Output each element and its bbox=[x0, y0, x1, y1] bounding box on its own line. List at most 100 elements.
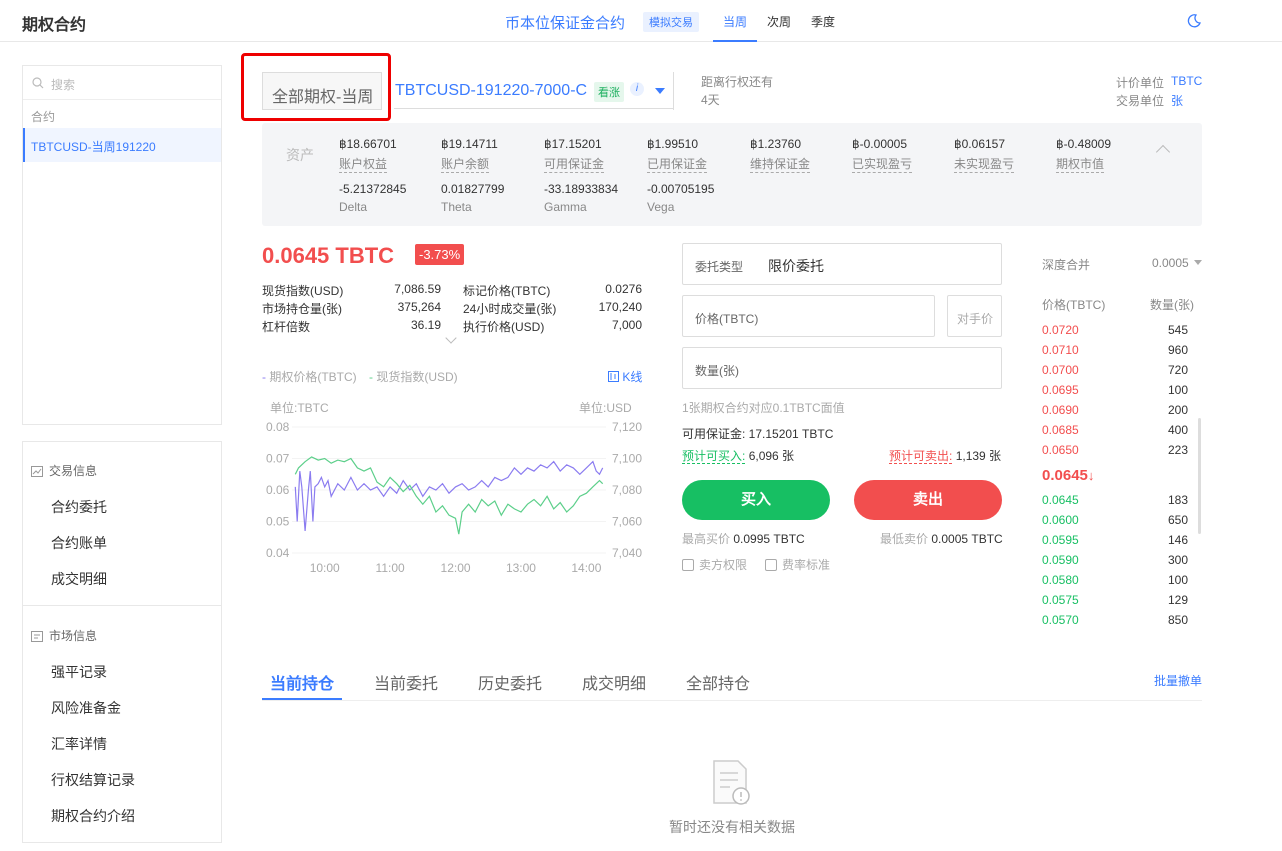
sim-trading-badge: 模拟交易 bbox=[643, 12, 699, 32]
ob-col-price: 价格(TBTC) bbox=[1042, 298, 1106, 312]
counter-price-button[interactable]: 对手价 bbox=[947, 295, 1002, 337]
legend-option-price: - 期权价格(TBTC) bbox=[262, 370, 357, 384]
expand-chevron-icon[interactable] bbox=[445, 332, 457, 344]
ask-row[interactable]: 0.0700 720 bbox=[1042, 360, 1188, 380]
x-tick-label: 13:00 bbox=[506, 561, 536, 575]
ask-row[interactable]: 0.0720 545 bbox=[1042, 320, 1188, 340]
kline-link[interactable]: K线 bbox=[608, 368, 642, 385]
tab-all-positions[interactable]: 全部持仓 bbox=[686, 670, 750, 694]
stat-value: 7,086.59 bbox=[394, 282, 441, 296]
seller-rights-link[interactable]: 卖方权限 bbox=[682, 556, 747, 573]
bid-price: 0.0580 bbox=[1042, 573, 1079, 587]
ask-price: 0.0650 bbox=[1042, 443, 1079, 457]
ask-price: 0.0685 bbox=[1042, 423, 1079, 437]
search-input[interactable]: 搜索 bbox=[23, 66, 221, 100]
order-type-select[interactable]: 委托类型 限价委托 bbox=[682, 243, 1002, 285]
top-header: 期权合约 币本位保证金合约 模拟交易 当周 次周 季度 bbox=[0, 0, 1282, 42]
divider bbox=[673, 72, 674, 110]
tab-quarter[interactable]: 季度 bbox=[811, 13, 835, 30]
asset-account-equity: ฿18.66701 账户权益 bbox=[339, 137, 397, 173]
chart-unit-right: 单位:USD bbox=[579, 401, 632, 415]
x-tick-label: 12:00 bbox=[441, 561, 471, 575]
bid-qty: 650 bbox=[1167, 513, 1188, 527]
sidebar-item-contract-bills[interactable]: 合约账单 bbox=[51, 533, 107, 553]
ask-qty: 100 bbox=[1167, 383, 1188, 397]
bid-row[interactable]: 0.0570 850 bbox=[1042, 610, 1188, 630]
tab-current-orders[interactable]: 当前委托 bbox=[374, 670, 438, 694]
bid-qty: 129 bbox=[1167, 593, 1188, 607]
greek-vega: -0.00705195 Vega bbox=[647, 182, 715, 214]
bid-row[interactable]: 0.0575 129 bbox=[1042, 590, 1188, 610]
bid-price: 0.0575 bbox=[1042, 593, 1079, 607]
greek-gamma: -33.18933834 Gamma bbox=[544, 182, 619, 214]
highlight-box bbox=[241, 53, 391, 121]
sidebar-item-exchange-rate[interactable]: 汇率详情 bbox=[51, 734, 107, 754]
sidebar-item-liquidation-records[interactable]: 强平记录 bbox=[51, 662, 107, 682]
ask-row[interactable]: 0.0690 200 bbox=[1042, 400, 1188, 420]
quantity-input[interactable]: 数量(张) bbox=[682, 347, 1002, 389]
tab-history-orders[interactable]: 历史委托 bbox=[478, 670, 542, 694]
legend-spot-index: - 现货指数(USD) bbox=[369, 370, 458, 384]
tab-current-positions[interactable]: 当前持仓 bbox=[270, 670, 334, 694]
max-buy-value: 0.0995 TBTC bbox=[733, 532, 805, 546]
sidebar-item-risk-reserve[interactable]: 风险准备金 bbox=[51, 698, 121, 718]
stat-label: 标记价格(TBTC) bbox=[463, 284, 551, 298]
fee-standard-link[interactable]: 费率标准 bbox=[765, 556, 830, 573]
option-price-line bbox=[294, 460, 604, 532]
stat-value: 170,240 bbox=[598, 300, 642, 314]
price-chart: 0.08 0.07 0.06 0.05 0.04 7,120 7,100 7,080 7,060… bbox=[266, 420, 642, 575]
sidebar-item-label: TBTCUSD-当周191220 bbox=[31, 140, 156, 154]
tab-this-week[interactable]: 当周 bbox=[723, 13, 747, 30]
ask-row[interactable]: 0.0695 100 bbox=[1042, 380, 1188, 400]
sidebar-item-trade-details[interactable]: 成交明细 bbox=[51, 569, 107, 589]
asset-option-market-value: ฿-0.48009 期权市值 bbox=[1056, 137, 1112, 173]
available-margin: 可用保证金: 17.15201 TBTC bbox=[682, 427, 834, 441]
ask-row[interactable]: 0.0685 400 bbox=[1042, 420, 1188, 440]
contract-name-dropdown[interactable]: TBTCUSD-191220-7000-C bbox=[395, 82, 587, 100]
trade-unit-value[interactable]: 张 bbox=[1171, 92, 1183, 109]
assets-label: 资产 bbox=[286, 147, 314, 163]
tab-trade-details[interactable]: 成交明细 bbox=[582, 670, 646, 694]
sidebar-item-option-intro[interactable]: 期权合约介绍 bbox=[51, 806, 135, 826]
chevron-down-icon[interactable] bbox=[655, 88, 665, 94]
order-type-value: 限价委托 bbox=[768, 258, 824, 274]
chevron-down-icon[interactable] bbox=[1194, 260, 1202, 265]
ask-qty: 400 bbox=[1167, 423, 1188, 437]
sidebar-item-contract-orders[interactable]: 合约委托 bbox=[51, 497, 107, 517]
ask-price: 0.0690 bbox=[1042, 403, 1079, 417]
sidebar-divider bbox=[23, 605, 221, 606]
orderbook-scrollbar[interactable] bbox=[1198, 418, 1201, 534]
price-input[interactable]: 价格(TBTC) bbox=[682, 295, 935, 337]
sidebar-item-active-contract[interactable]: TBTCUSD-当周191220 bbox=[23, 128, 221, 162]
greek-delta: -5.21372845 Delta bbox=[339, 182, 407, 214]
bid-price: 0.0590 bbox=[1042, 553, 1079, 567]
bid-qty: 850 bbox=[1167, 613, 1188, 627]
y-left-tick-label: 0.08 bbox=[266, 420, 290, 434]
bid-row[interactable]: 0.0580 100 bbox=[1042, 570, 1188, 590]
moon-icon[interactable] bbox=[1186, 13, 1202, 29]
ob-col-qty: 数量(张) bbox=[1150, 298, 1194, 312]
est-sell-value: 1,139 张 bbox=[955, 449, 1002, 463]
info-icon[interactable]: i bbox=[630, 82, 644, 96]
tab-next-week[interactable]: 次周 bbox=[767, 13, 791, 30]
x-tick-label: 14:00 bbox=[571, 561, 601, 575]
buy-button[interactable]: 买入 bbox=[682, 480, 830, 520]
bid-row[interactable]: 0.0600 650 bbox=[1042, 510, 1188, 530]
batch-cancel-link[interactable]: 批量撤单 bbox=[1154, 672, 1202, 689]
price-unit-value[interactable]: TBTC bbox=[1171, 74, 1202, 88]
contract-category-title[interactable]: 币本位保证金合约 bbox=[505, 12, 625, 33]
sidebar-item-exercise-records[interactable]: 行权结算记录 bbox=[51, 770, 135, 790]
ask-row[interactable]: 0.0650 223 bbox=[1042, 440, 1188, 460]
stat-label: 市场持仓量(张) bbox=[262, 302, 342, 316]
bid-price: 0.0570 bbox=[1042, 613, 1079, 627]
ask-row[interactable]: 0.0710 960 bbox=[1042, 340, 1188, 360]
bid-row[interactable]: 0.0645 183 bbox=[1042, 490, 1188, 510]
collapse-chevron-icon[interactable] bbox=[1155, 144, 1171, 160]
depth-merge-select[interactable]: 0.0005 bbox=[1152, 256, 1189, 270]
bid-row[interactable]: 0.0590 300 bbox=[1042, 550, 1188, 570]
asset-maintenance-margin: ฿1.23760 维持保证金 bbox=[750, 137, 811, 173]
sell-button[interactable]: 卖出 bbox=[854, 480, 1002, 520]
est-buy: 预计可买入: 6,096 张 bbox=[682, 447, 794, 464]
bid-row[interactable]: 0.0595 146 bbox=[1042, 530, 1188, 550]
stat-value: 0.0276 bbox=[605, 282, 642, 296]
